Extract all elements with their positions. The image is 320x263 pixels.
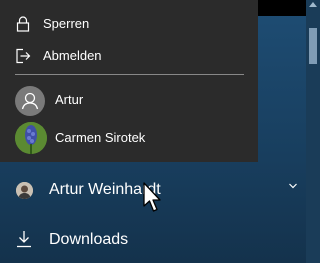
top-strip (258, 0, 306, 16)
lock-label: Sperren (43, 16, 90, 31)
user-name-carmen: Carmen Sirotek (55, 130, 146, 145)
mouse-pointer-icon (143, 182, 161, 212)
user-icon (21, 92, 39, 110)
switch-user-carmen[interactable]: Carmen Sirotek (0, 118, 258, 156)
account-flyout-menu: Sperren Abmelden Artur Carmen Sirotek (0, 0, 258, 162)
chevron-down-icon[interactable] (287, 180, 299, 192)
lock-icon (16, 16, 30, 32)
switch-user-artur[interactable]: Artur (0, 82, 258, 118)
avatar (15, 86, 45, 116)
menu-divider (15, 74, 244, 75)
signout-menu-item[interactable]: Abmelden (0, 40, 258, 72)
avatar (15, 122, 47, 154)
download-icon (17, 231, 31, 248)
signout-label: Abmelden (43, 48, 102, 63)
scrollbar[interactable] (306, 0, 320, 263)
downloads-item[interactable]: Downloads (0, 225, 306, 257)
user-name-artur: Artur (55, 92, 84, 107)
avatar (16, 182, 33, 199)
lock-menu-item[interactable]: Sperren (0, 8, 258, 40)
profile-photo-icon (16, 182, 33, 199)
downloads-label: Downloads (49, 231, 129, 248)
scroll-thumb[interactable] (309, 28, 317, 64)
sign-out-icon (16, 48, 31, 64)
flower-photo-icon (15, 122, 47, 154)
scroll-up-arrow-icon[interactable] (309, 2, 317, 7)
